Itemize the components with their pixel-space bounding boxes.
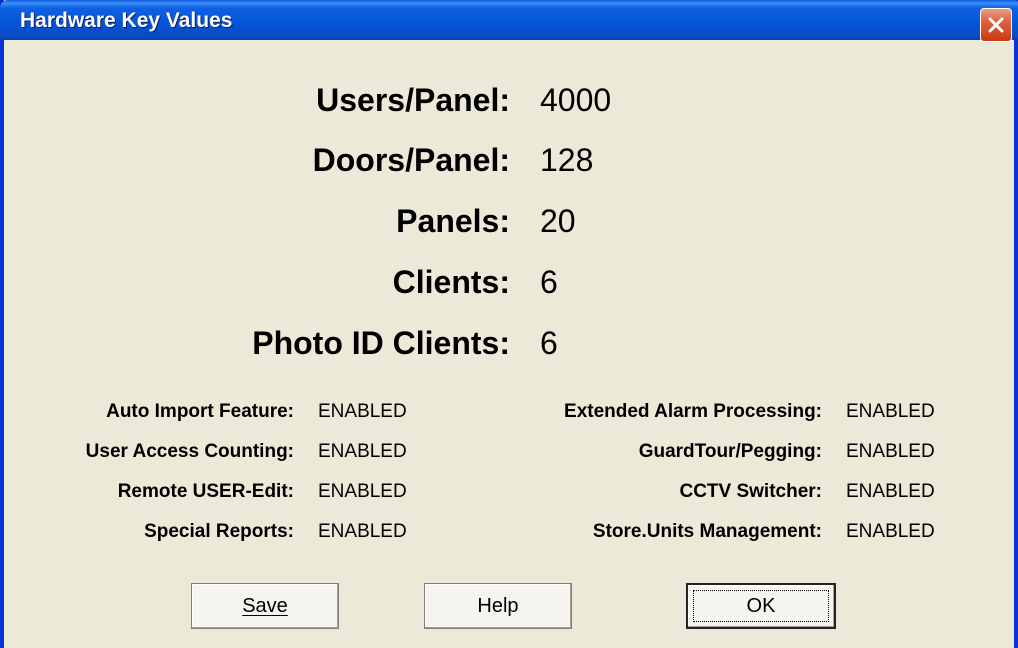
- count-label: Panels:: [396, 203, 510, 239]
- save-button-label: Save: [242, 594, 288, 617]
- feature-label: Special Reports:: [144, 521, 294, 542]
- feature-value: ENABLED: [846, 401, 935, 422]
- title-bar[interactable]: Hardware Key Values: [0, 0, 1018, 42]
- count-label: Doors/Panel:: [312, 142, 510, 178]
- count-value: 20: [540, 203, 576, 239]
- count-label: Clients:: [392, 264, 510, 300]
- count-row-clients: Clients: 6: [4, 264, 1014, 308]
- feature-label: Remote USER-Edit:: [117, 481, 294, 502]
- count-value: 6: [540, 325, 558, 361]
- count-row-photo-id-clients: Photo ID Clients: 6: [4, 325, 1014, 369]
- save-button[interactable]: Save: [191, 583, 339, 629]
- feature-value: ENABLED: [846, 441, 935, 462]
- ok-button[interactable]: OK: [686, 583, 836, 629]
- feature-value: ENABLED: [846, 481, 935, 502]
- dialog-window: Hardware Key Values Users/Panel: 4000 Do…: [0, 0, 1018, 648]
- close-icon: [988, 17, 1004, 33]
- count-row-doors-per-panel: Doors/Panel: 128: [4, 142, 1014, 186]
- ok-button-label: OK: [746, 594, 776, 617]
- feature-value: ENABLED: [846, 521, 935, 542]
- count-label: Photo ID Clients:: [252, 325, 510, 361]
- count-value: 128: [540, 142, 594, 178]
- feature-label: Extended Alarm Processing:: [564, 401, 822, 422]
- close-button[interactable]: [980, 8, 1012, 42]
- count-label: Users/Panel:: [316, 82, 510, 118]
- feature-label: User Access Counting:: [85, 441, 294, 462]
- feature-value: ENABLED: [318, 441, 407, 462]
- window-title: Hardware Key Values: [20, 9, 233, 32]
- help-button[interactable]: Help: [424, 583, 572, 629]
- count-row-panels: Panels: 20: [4, 203, 1014, 247]
- feature-label: Auto Import Feature:: [106, 401, 294, 422]
- feature-value: ENABLED: [318, 481, 407, 502]
- help-button-label: Help: [477, 594, 519, 617]
- count-value: 6: [540, 264, 558, 300]
- feature-label: Store.Units Management:: [592, 521, 822, 542]
- count-value: 4000: [540, 82, 612, 118]
- count-row-users-per-panel: Users/Panel: 4000: [4, 82, 1014, 126]
- feature-label: CCTV Switcher:: [679, 481, 822, 502]
- feature-value: ENABLED: [318, 521, 407, 542]
- feature-label: GuardTour/Pegging:: [638, 441, 822, 462]
- feature-value: ENABLED: [318, 401, 407, 422]
